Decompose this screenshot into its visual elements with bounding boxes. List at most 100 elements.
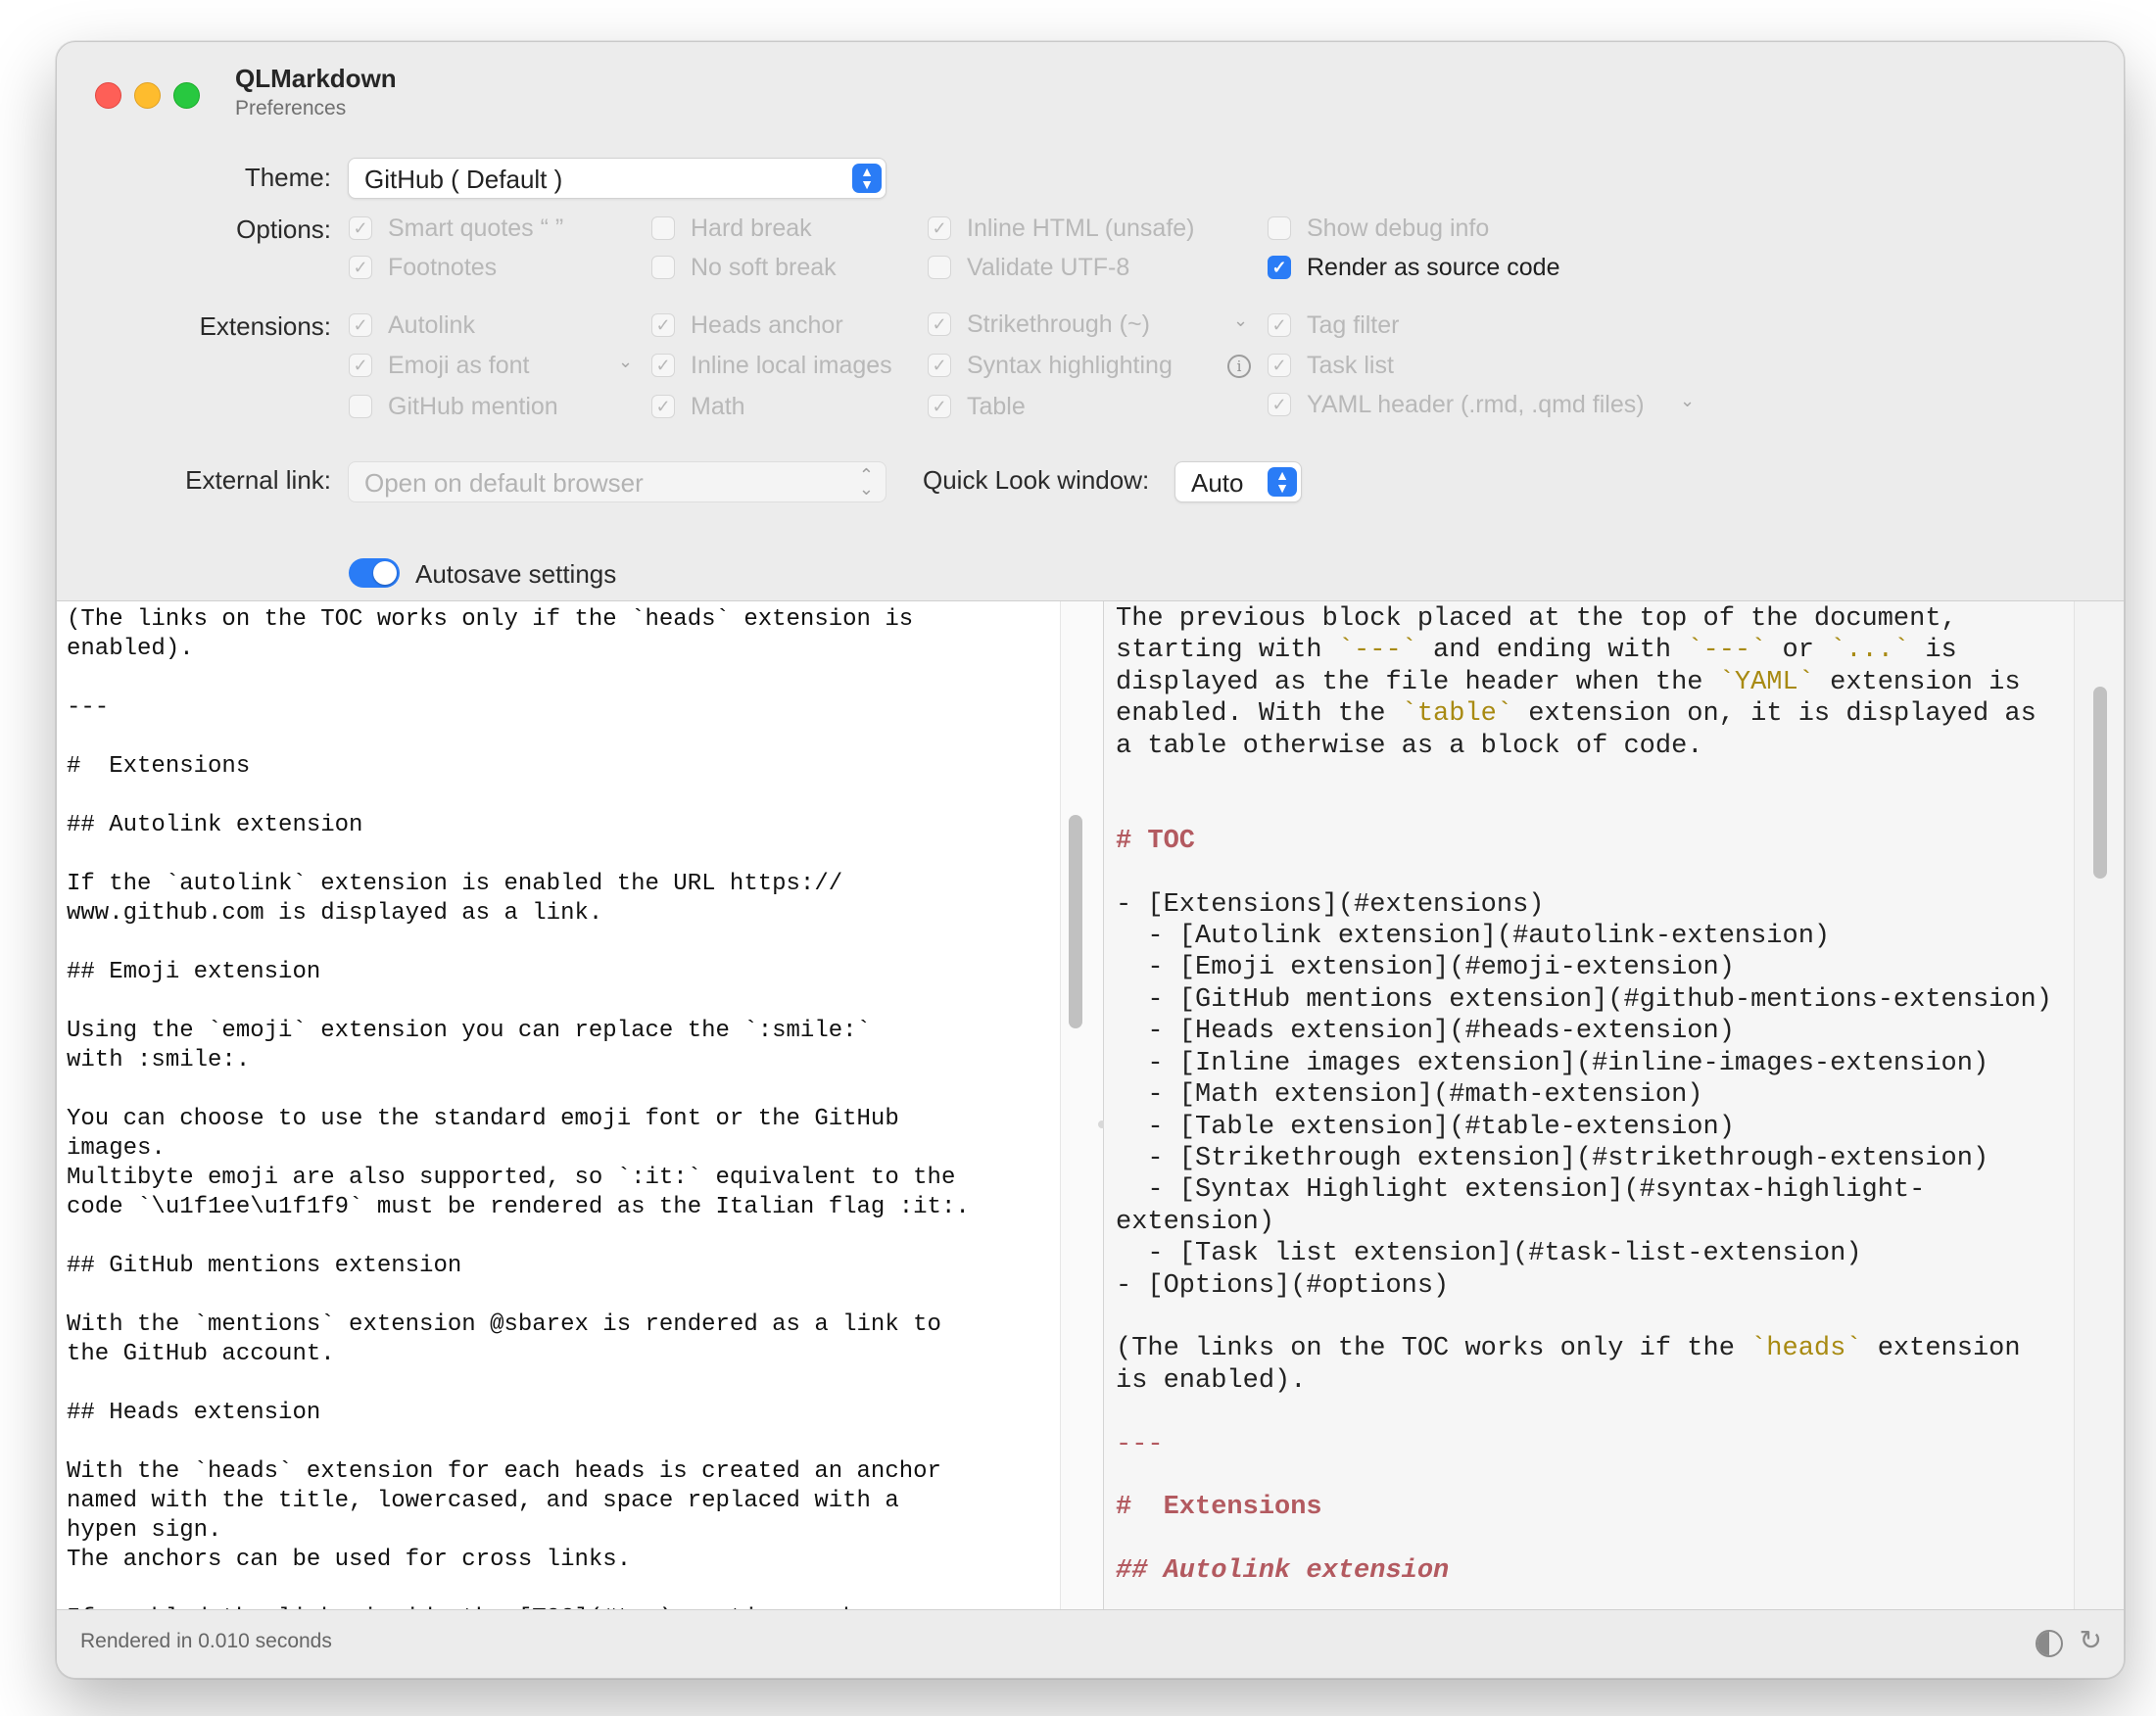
checkbox-icon: [1268, 216, 1291, 240]
source-line: [67, 782, 970, 811]
toc-item: - [Strikethrough extension](#strikethrou…: [1116, 1143, 1989, 1173]
window-title: QLMarkdown: [235, 64, 397, 93]
source-line: the GitHub account.: [67, 1341, 335, 1367]
source-scroll-track: [1060, 601, 1104, 1651]
preview-text: The previous block placed at the top of …: [1116, 603, 2052, 1651]
toc-item: - [Inline images extension](#inline-imag…: [1116, 1048, 1989, 1078]
checkbox-checked-icon: ✓: [1268, 256, 1291, 279]
checkbox-icon: ✓: [651, 395, 675, 418]
source-line: www.github.com is displayed as a link.: [67, 900, 603, 927]
source-line: [67, 1428, 970, 1457]
toc-item: extension): [1116, 1207, 1275, 1237]
quicklook-window-value: Auto: [1191, 468, 1244, 498]
autosave-label: Autosave settings: [415, 559, 617, 589]
markdown-source-pane[interactable]: (The links on the TOC works only if the …: [57, 601, 1060, 1651]
toc-item: - [Options](#options): [1116, 1270, 1450, 1301]
source-scrollbar-thumb[interactable]: [1069, 815, 1082, 1028]
status-bar: Rendered in 0.010 seconds ↻: [57, 1609, 2124, 1678]
theme-label: Theme:: [244, 163, 331, 192]
select-stepper-icon: ▲ ▼: [852, 164, 882, 193]
strikethrough-options-chevron-icon[interactable]: ⌄: [1233, 310, 1248, 331]
checkbox-icon: ✓: [651, 313, 675, 337]
toc-item: - [Task list extension](#task-list-exten…: [1116, 1239, 1862, 1269]
preview-line: enabled. With the `table` extension on, …: [1116, 699, 2036, 730]
source-line: ## Autolink extension: [67, 812, 363, 838]
preview-line: [1116, 1397, 2052, 1428]
preview-rule: ---: [1116, 1429, 1164, 1459]
source-line: [67, 840, 970, 870]
source-line: [67, 1075, 970, 1105]
source-line: with :smile:.: [67, 1047, 251, 1073]
source-line: Multibyte emoji are also supported, so `…: [67, 1165, 956, 1191]
checkbox-icon: [349, 395, 372, 418]
source-line: With the `heads` extension for each head…: [67, 1458, 941, 1485]
checkbox-icon: ✓: [928, 312, 951, 336]
yaml-options-chevron-icon[interactable]: ⌄: [1680, 391, 1695, 411]
toc-item: - [Emoji extension](#emoji-extension): [1116, 953, 1735, 983]
checkbox-icon: [651, 216, 675, 240]
source-line: Using the `emoji` extension you can repl…: [67, 1018, 871, 1044]
preview-line: [1116, 793, 2052, 825]
preview-line: [1116, 1302, 2052, 1333]
preview-heading: ## Autolink extension: [1116, 1556, 1450, 1587]
toc-item: - [Extensions](#extensions): [1116, 889, 1545, 920]
preview-heading: # Extensions: [1116, 1493, 1322, 1523]
source-line: [67, 1281, 970, 1311]
autosave-toggle[interactable]: [349, 558, 400, 588]
minimize-window-button[interactable]: [134, 82, 161, 109]
toc-item: - [Autolink extension](#autolink-extensi…: [1116, 922, 1831, 952]
preview-line: The previous block placed at the top of …: [1116, 604, 1957, 634]
checkbox-icon: ✓: [349, 216, 372, 240]
markdown-source-text: (The links on the TOC works only if the …: [67, 605, 970, 1634]
zoom-window-button[interactable]: [173, 82, 200, 109]
window-subtitle: Preferences: [235, 97, 347, 119]
emoji-options-chevron-icon[interactable]: ⌄: [618, 352, 633, 372]
preview-pane[interactable]: The previous block placed at the top of …: [1104, 601, 2074, 1651]
checkbox-icon: [928, 256, 951, 279]
checkbox-icon: [651, 256, 675, 279]
quicklook-window-label: Quick Look window:: [923, 465, 1150, 495]
source-line: The anchors can be used for cross links.: [67, 1547, 632, 1573]
source-line: enabled).: [67, 636, 194, 662]
source-line: named with the title, lowercased, and sp…: [67, 1488, 899, 1514]
checkbox-icon: ✓: [1268, 393, 1291, 416]
theme-select[interactable]: GitHub ( Default ) ▲ ▼: [348, 158, 886, 199]
theme-select-value: GitHub ( Default ): [364, 165, 563, 194]
close-window-button[interactable]: [95, 82, 121, 109]
select-stepper-icon: ▲ ▼: [1268, 467, 1297, 497]
source-line: If the `autolink` extension is enabled t…: [67, 871, 843, 897]
preview-line: a table otherwise as a block of code.: [1116, 731, 1703, 761]
options-label: Options:: [236, 214, 331, 244]
preview-line: [1116, 1524, 2052, 1555]
quicklook-window-select[interactable]: Auto ▲ ▼: [1174, 461, 1302, 502]
checkbox-icon: ✓: [1268, 354, 1291, 377]
checkbox-icon: ✓: [349, 256, 372, 279]
checkbox-icon: ✓: [928, 354, 951, 377]
toc-item: - [Syntax Highlight extension](#syntax-h…: [1116, 1175, 1926, 1206]
preview-line: [1116, 1460, 2052, 1492]
external-link-select[interactable]: Open on default browser ⌃ ⌄: [348, 461, 886, 502]
external-link-label: External link:: [185, 465, 331, 495]
toc-item: - [Heads extension](#heads-extension): [1116, 1017, 1735, 1047]
source-line: [67, 723, 970, 752]
checkbox-icon: ✓: [928, 216, 951, 240]
source-line: With the `mentions` extension @sbarex is…: [67, 1311, 941, 1338]
preview-scrollbar-thumb[interactable]: [2093, 687, 2107, 879]
info-icon[interactable]: i: [1227, 355, 1251, 378]
preview-heading: # TOC: [1116, 826, 1196, 856]
source-line: [67, 929, 970, 958]
source-line: [67, 1369, 970, 1399]
preview-line: starting with `---` and ending with `---…: [1116, 636, 1957, 666]
refresh-icon[interactable]: ↻: [2080, 1624, 2102, 1656]
checkbox-icon: ✓: [651, 354, 675, 377]
checkbox-icon: ✓: [1268, 313, 1291, 337]
source-line: (The links on the TOC works only if the …: [67, 606, 914, 633]
external-link-value: Open on default browser: [364, 468, 644, 498]
appearance-icon[interactable]: [2036, 1630, 2063, 1657]
preview-line: (The links on the TOC works only if the …: [1116, 1334, 2021, 1364]
checkbox-icon: ✓: [349, 354, 372, 377]
toc-item: - [Table extension](#table-extension): [1116, 1112, 1735, 1142]
source-line: ## GitHub mentions extension: [67, 1253, 462, 1279]
source-line: code `\u1f1ee\u1f1f9` must be rendered a…: [67, 1194, 970, 1220]
preview-line: [1116, 762, 2052, 793]
